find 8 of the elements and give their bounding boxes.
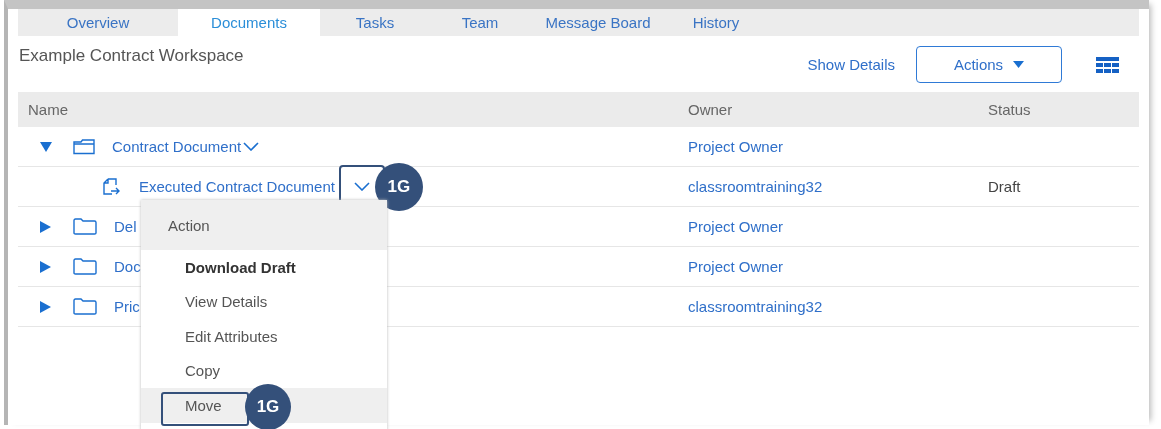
column-header: Name bbox=[27, 101, 69, 118]
column-header: Owner bbox=[688, 101, 734, 118]
step-tooltip: 1G bbox=[245, 384, 291, 429]
column-header: Status bbox=[988, 101, 1032, 118]
status-text: Draft bbox=[988, 178, 1021, 195]
menu-title: Action bbox=[141, 200, 387, 250]
workspace-title: Example Contract Workspace bbox=[19, 46, 244, 66]
step-badge: 1G bbox=[374, 162, 423, 211]
